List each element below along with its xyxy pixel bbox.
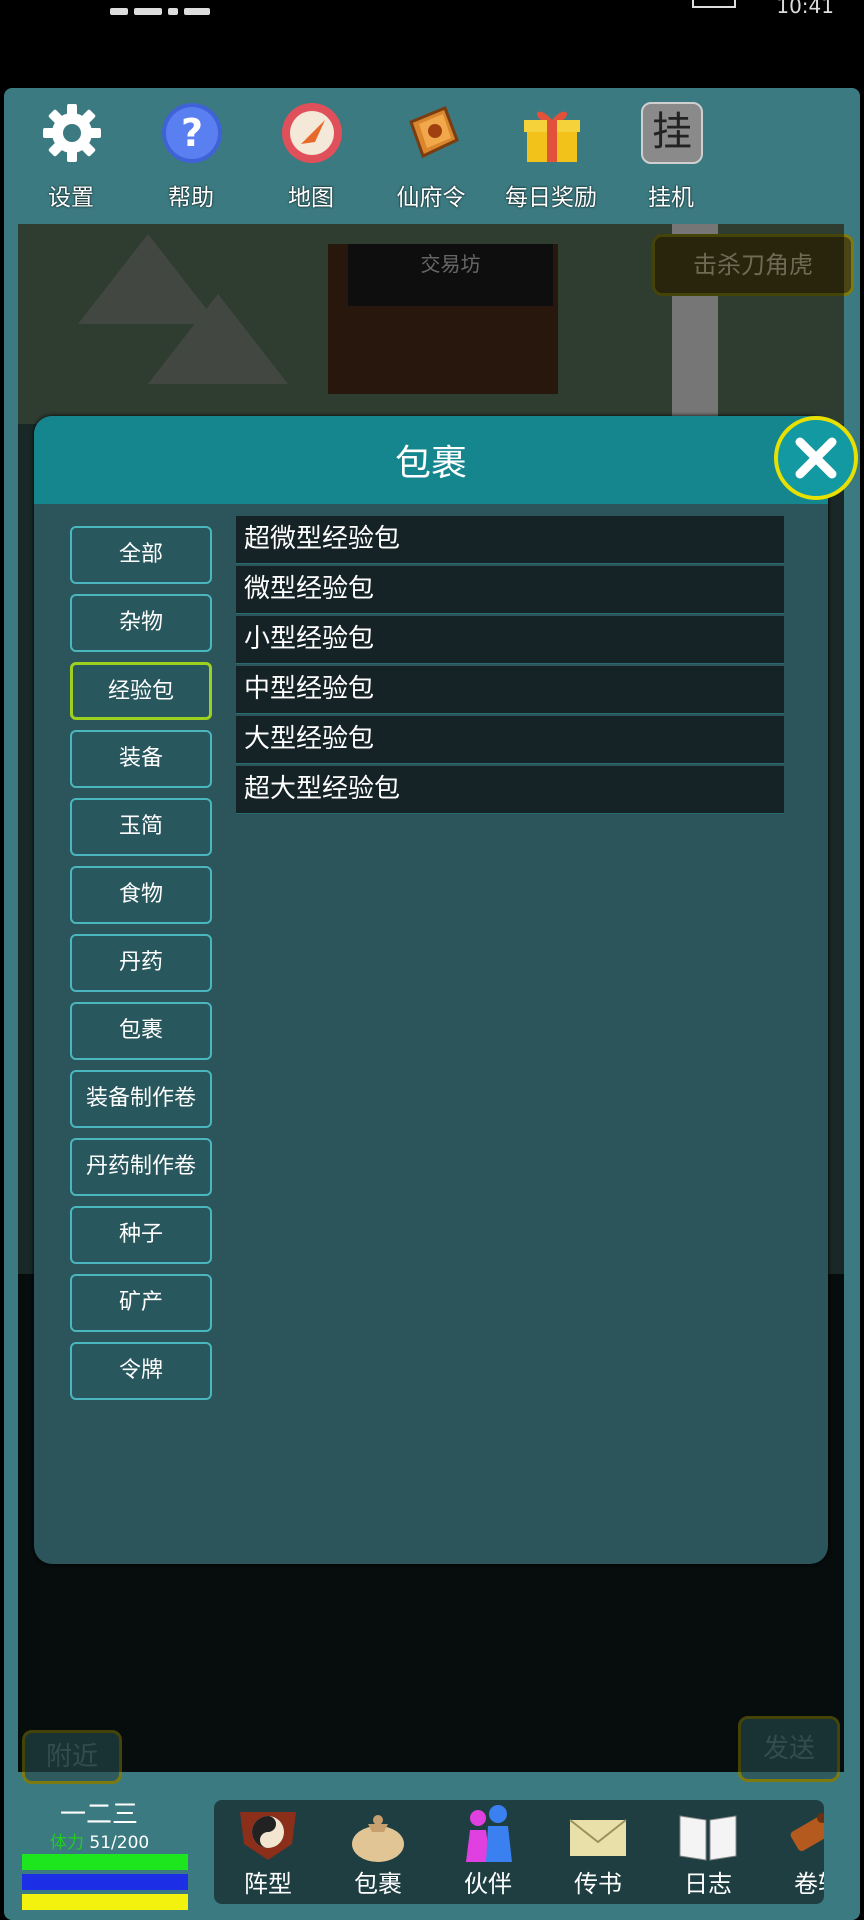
player-status: 一二三 体力 51/200 bbox=[18, 1794, 190, 1914]
category-tab[interactable]: 丹药制作卷 bbox=[70, 1138, 212, 1196]
partners-icon bbox=[466, 1805, 512, 1862]
nav-mail[interactable]: 传书 bbox=[544, 1800, 652, 1904]
idle-icon: 挂 bbox=[641, 102, 703, 164]
category-tab[interactable]: 食物 bbox=[70, 866, 212, 924]
bag-dialog: 包裹 全部 杂物 经验包 装备 玉简 食物 丹药 包裹 装备制作卷 丹药制作卷 … bbox=[34, 416, 828, 1564]
toolbar-label: 挂机 bbox=[648, 185, 694, 211]
list-item[interactable]: 中型经验包 bbox=[236, 666, 784, 714]
category-tab[interactable]: 种子 bbox=[70, 1206, 212, 1264]
svg-text:?: ? bbox=[181, 111, 203, 155]
toolbar-label: 地图 bbox=[288, 185, 334, 211]
dialog-header: 包裹 bbox=[34, 416, 828, 504]
nav-label: 日志 bbox=[684, 1870, 732, 1898]
stamina-value: 51/200 bbox=[89, 1833, 150, 1853]
mp-bar bbox=[22, 1874, 188, 1890]
top-toolbar: 设置 ? 帮助 地图 仙府令 每日奖励 挂 挂机 bbox=[16, 94, 756, 212]
list-item[interactable]: 超大型经验包 bbox=[236, 766, 784, 814]
hp-bar bbox=[22, 1854, 188, 1870]
nav-label: 伙伴 bbox=[464, 1870, 512, 1898]
dialog-title: 包裹 bbox=[394, 443, 467, 484]
settings-button[interactable]: 设置 bbox=[16, 94, 126, 212]
nav-formation[interactable]: 阵型 bbox=[214, 1800, 322, 1904]
category-tab[interactable]: 丹药 bbox=[70, 934, 212, 992]
nav-partners[interactable]: 伙伴 bbox=[434, 1800, 542, 1904]
category-tab[interactable]: 玉简 bbox=[70, 798, 212, 856]
nav-log[interactable]: 日志 bbox=[654, 1800, 762, 1904]
map-button[interactable]: 地图 bbox=[256, 94, 366, 212]
list-item[interactable]: 微型经验包 bbox=[236, 566, 784, 614]
toolbar-label: 帮助 bbox=[168, 185, 214, 211]
formation-icon bbox=[240, 1812, 296, 1860]
category-tab[interactable]: 包裹 bbox=[70, 1002, 212, 1060]
status-bar: 10:41 bbox=[0, 0, 864, 20]
list-item[interactable]: 超微型经验包 bbox=[236, 516, 784, 564]
gift-icon bbox=[524, 111, 580, 162]
bag-icon bbox=[352, 1815, 404, 1862]
nav-scroll[interactable]: 卷轴 bbox=[764, 1800, 824, 1904]
category-tab-selected[interactable]: 经验包 bbox=[70, 662, 212, 720]
stamina-label: 体力 bbox=[50, 1833, 84, 1853]
category-tab[interactable]: 装备 bbox=[70, 730, 212, 788]
category-tab[interactable]: 令牌 bbox=[70, 1342, 212, 1400]
category-tab[interactable]: 全部 bbox=[70, 526, 212, 584]
help-button[interactable]: ? 帮助 bbox=[136, 94, 246, 212]
category-tab[interactable]: 杂物 bbox=[70, 594, 212, 652]
toolbar-label: 设置 bbox=[48, 185, 94, 211]
mail-icon bbox=[569, 1819, 627, 1856]
compass-icon bbox=[282, 103, 342, 163]
category-tab[interactable]: 矿产 bbox=[70, 1274, 212, 1332]
daily-reward-button[interactable]: 每日奖励 bbox=[496, 94, 606, 212]
bottom-nav: 阵型 包裹 伙伴 传书 日志 卷 bbox=[214, 1800, 824, 1904]
player-name: 一二三 bbox=[60, 1800, 139, 1830]
scroll-icon bbox=[790, 1813, 824, 1852]
gear-icon bbox=[43, 104, 101, 162]
toolbar-label: 每日奖励 bbox=[505, 185, 597, 211]
nav-label: 卷轴 bbox=[794, 1870, 824, 1898]
status-icons bbox=[110, 0, 270, 15]
idle-button[interactable]: 挂 挂机 bbox=[616, 94, 726, 212]
nav-label: 传书 bbox=[574, 1870, 622, 1898]
status-time: 10:41 bbox=[776, 0, 834, 18]
battery-icon bbox=[692, 0, 736, 8]
category-tab[interactable]: 装备制作卷 bbox=[70, 1070, 212, 1128]
exp-bar bbox=[22, 1894, 188, 1910]
nav-label: 包裹 bbox=[354, 1870, 402, 1898]
list-item[interactable]: 大型经验包 bbox=[236, 716, 784, 764]
nav-bag[interactable]: 包裹 bbox=[324, 1800, 432, 1904]
toolbar-label: 仙府令 bbox=[396, 185, 466, 211]
close-button[interactable] bbox=[774, 416, 858, 500]
item-list: 超微型经验包 微型经验包 小型经验包 中型经验包 大型经验包 超大型经验包 bbox=[236, 516, 784, 816]
nav-label: 阵型 bbox=[244, 1870, 292, 1898]
log-icon bbox=[679, 1815, 737, 1861]
help-icon: ? bbox=[162, 103, 222, 163]
token-icon bbox=[409, 106, 459, 159]
stamina-text: 体力 51/200 bbox=[50, 1828, 149, 1853]
close-icon bbox=[795, 437, 837, 479]
token-button[interactable]: 仙府令 bbox=[376, 94, 486, 212]
list-item[interactable]: 小型经验包 bbox=[236, 616, 784, 664]
